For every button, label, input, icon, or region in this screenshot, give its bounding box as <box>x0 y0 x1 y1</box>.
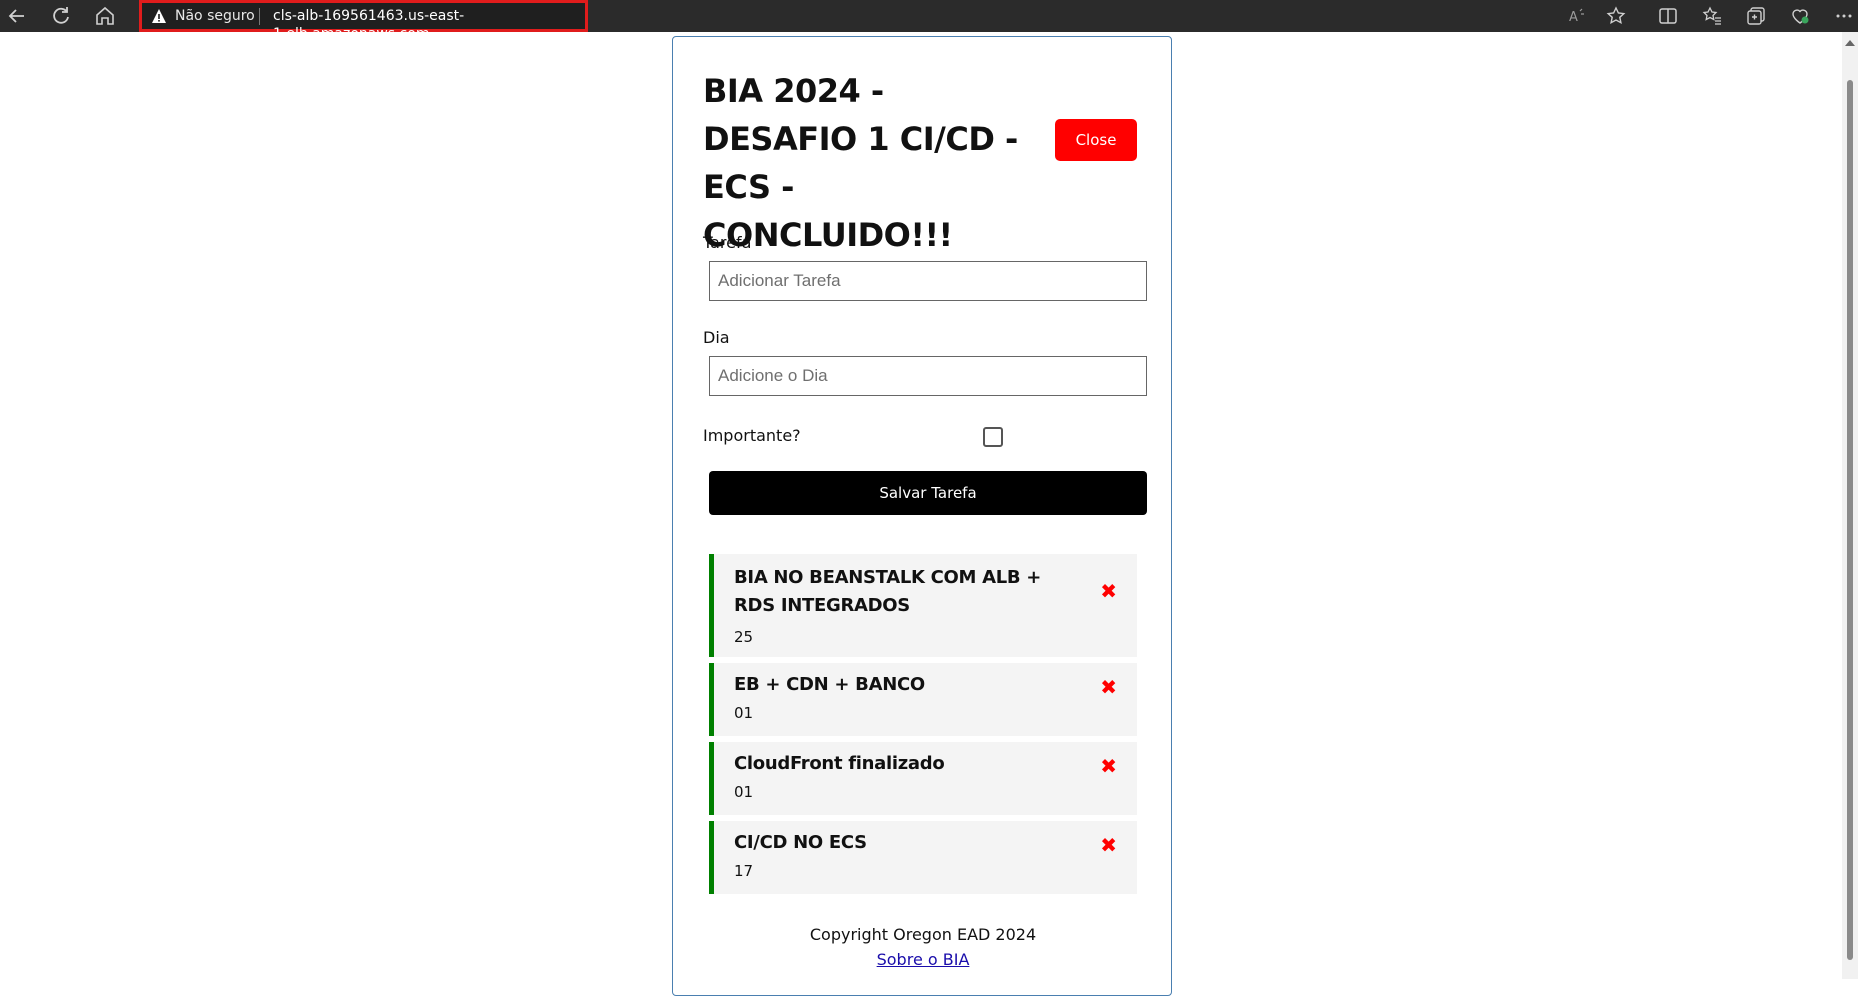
scroll-up-arrow-icon[interactable] <box>1845 40 1855 46</box>
split-screen-icon[interactable] <box>1656 4 1680 28</box>
favorite-star-icon[interactable] <box>1604 4 1628 28</box>
task-text: CloudFront finalizado <box>734 753 945 774</box>
task-input[interactable] <box>709 261 1147 301</box>
delete-task-icon[interactable]: ✖ <box>1100 677 1117 697</box>
task-item[interactable]: BIA NO BEANSTALK COM ALB + RDS INTEGRADO… <box>709 554 1137 657</box>
task-day: 01 <box>734 783 754 801</box>
task-day: 17 <box>734 862 754 880</box>
refresh-icon[interactable] <box>49 4 73 28</box>
about-link-wrapper: Sobre o BIA <box>673 950 1173 969</box>
back-icon[interactable] <box>5 4 29 28</box>
scrollbar-thumb[interactable] <box>1847 80 1853 960</box>
read-aloud-icon[interactable]: A <box>1564 4 1588 28</box>
close-button[interactable]: Close <box>1055 119 1137 161</box>
delete-task-icon[interactable]: ✖ <box>1100 581 1117 601</box>
security-label[interactable]: Não seguro <box>175 7 255 25</box>
address-bar[interactable]: Não seguro cls-alb-169561463.us-east-1.e… <box>139 0 588 42</box>
day-label: Dia <box>703 328 730 347</box>
task-label: Tarefa <box>703 233 752 252</box>
page-title: BIA 2024 - DESAFIO 1 CI/CD - ECS - CONCL… <box>703 72 1018 254</box>
home-icon[interactable] <box>93 4 117 28</box>
copyright-text: Copyright Oregon EAD 2024 <box>809 925 1037 944</box>
svg-text:A: A <box>1569 10 1578 25</box>
favorites-icon[interactable] <box>1700 4 1724 28</box>
task-day: 01 <box>734 704 754 722</box>
delete-task-icon[interactable]: ✖ <box>1100 835 1117 855</box>
warning-icon <box>151 8 167 24</box>
task-item[interactable]: CloudFront finalizado 01 ✖ <box>709 742 1137 815</box>
task-card: BIA 2024 - DESAFIO 1 CI/CD - ECS - CONCL… <box>672 36 1172 996</box>
browser-toolbar: Não seguro cls-alb-169561463.us-east-1.e… <box>0 0 1858 42</box>
page-scrollbar[interactable] <box>1842 32 1858 979</box>
task-item[interactable]: EB + CDN + BANCO 01 ✖ <box>709 663 1137 736</box>
more-menu-icon[interactable] <box>1832 4 1856 28</box>
save-task-button[interactable]: Salvar Tarefa <box>709 471 1147 515</box>
delete-task-icon[interactable]: ✖ <box>1100 756 1117 776</box>
task-text: EB + CDN + BANCO <box>734 674 925 695</box>
task-text: CI/CD NO ECS <box>734 832 867 853</box>
task-item[interactable]: CI/CD NO ECS 17 ✖ <box>709 821 1137 894</box>
important-label: Importante? <box>703 426 801 445</box>
address-divider <box>259 8 260 25</box>
url-text[interactable]: cls-alb-169561463.us-east-1.elb.amazonaw… <box>273 7 585 43</box>
day-input[interactable] <box>709 356 1147 396</box>
about-link[interactable]: Sobre o BIA <box>877 950 970 969</box>
task-day: 25 <box>734 628 754 646</box>
collections-icon[interactable] <box>1744 4 1768 28</box>
important-checkbox[interactable] <box>983 427 1003 447</box>
task-text: BIA NO BEANSTALK COM ALB + RDS INTEGRADO… <box>734 567 1042 616</box>
browser-essentials-icon[interactable] <box>1788 4 1812 28</box>
